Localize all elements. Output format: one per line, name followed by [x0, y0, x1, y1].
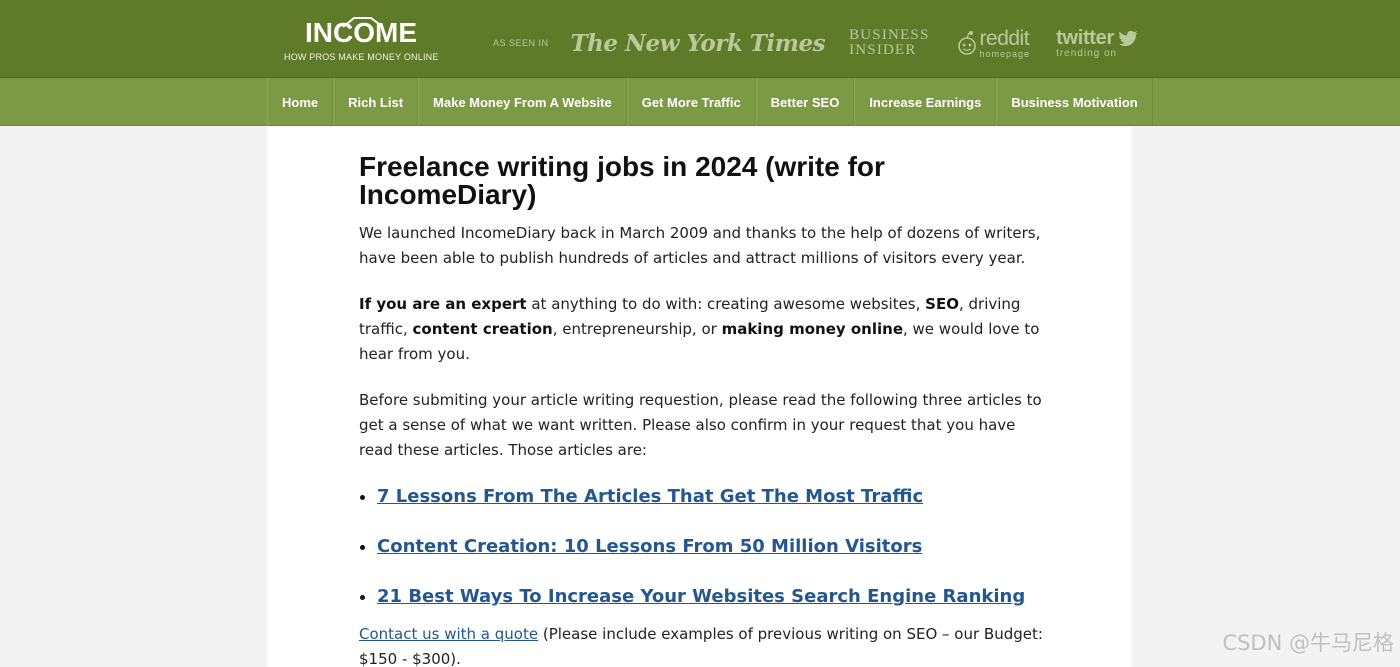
nav-item-home[interactable]: Home [267, 78, 334, 126]
list-item: Content Creation: 10 Lessons From 50 Mil… [377, 534, 1049, 560]
list-item: 21 Best Ways To Increase Your Websites S… [377, 584, 1049, 610]
nav-item-traffic[interactable]: Get More Traffic [626, 78, 756, 126]
reddit-alien-icon [957, 31, 976, 55]
nav-link-motivation[interactable]: Business Motivation [1011, 95, 1137, 110]
contact-link[interactable]: Contact us with a quote [359, 625, 538, 643]
article-link-traffic[interactable]: 7 Lessons From The Articles That Get The… [377, 486, 923, 507]
intro-paragraph: We launched IncomeDiary back in March 20… [359, 224, 1041, 267]
business-insider-logo: BUSINESS INSIDER [849, 27, 930, 58]
nav-link-home[interactable]: Home [282, 95, 318, 110]
nav-item-make-money[interactable]: Make Money From A Website [418, 78, 627, 126]
watermark: CSDN @牛马尼格 [1222, 631, 1394, 655]
nav-item-rich-list[interactable]: Rich List [333, 78, 419, 126]
nyt-logo: The New York Times [570, 29, 826, 57]
page-title: Freelance writing jobs in 2024 (write fo… [359, 151, 885, 210]
nav-item-earnings[interactable]: Increase Earnings [854, 78, 997, 126]
as-seen-in-label: AS SEEN IN [493, 38, 549, 48]
nav-link-earnings[interactable]: Increase Earnings [869, 95, 981, 110]
article-link-seo-ranking[interactable]: 21 Best Ways To Increase Your Websites S… [377, 586, 1025, 607]
nav-link-seo[interactable]: Better SEO [771, 95, 840, 110]
twitter-logo: twitter trending on [1056, 28, 1139, 59]
contact-paragraph: Contact us with a quote (Please include … [359, 625, 1043, 667]
required-articles-list: 7 Lessons From The Articles That Get The… [359, 484, 1049, 610]
logo-wordmark: INCOME [305, 17, 417, 48]
nav-item-seo[interactable]: Better SEO [755, 78, 855, 126]
instructions-paragraph: Before submiting your article writing re… [359, 391, 1042, 459]
list-item: 7 Lessons From The Articles That Get The… [377, 484, 1049, 510]
article-link-content-creation[interactable]: Content Creation: 10 Lessons From 50 Mil… [377, 536, 922, 557]
nav-link-traffic[interactable]: Get More Traffic [642, 95, 741, 110]
content-area: Freelance writing jobs in 2024 (write fo… [267, 127, 1131, 667]
reddit-logo: reddit homepage [956, 28, 1031, 59]
site-header: INCOME HOW PROS MAKE MONEY ONLINE AS SEE… [0, 0, 1400, 78]
as-seen-in-bar: AS SEEN IN The New York Times BUSINESS I… [493, 27, 1139, 59]
logo-tagline: HOW PROS MAKE MONEY ONLINE [284, 52, 439, 62]
nav-link-make-money[interactable]: Make Money From A Website [433, 95, 612, 110]
nav-link-rich-list[interactable]: Rich List [348, 95, 403, 110]
nav-item-motivation[interactable]: Business Motivation [996, 78, 1153, 126]
site-logo[interactable]: INCOME HOW PROS MAKE MONEY ONLINE [284, 17, 439, 62]
main-nav: Home Rich List Make Money From A Website… [0, 78, 1400, 126]
twitter-bird-icon [1119, 30, 1139, 47]
logo-roof-icon [342, 17, 384, 28]
expert-paragraph: If you are an expert at anything to do w… [359, 295, 1040, 363]
article: Freelance writing jobs in 2024 (write fo… [359, 153, 1049, 667]
